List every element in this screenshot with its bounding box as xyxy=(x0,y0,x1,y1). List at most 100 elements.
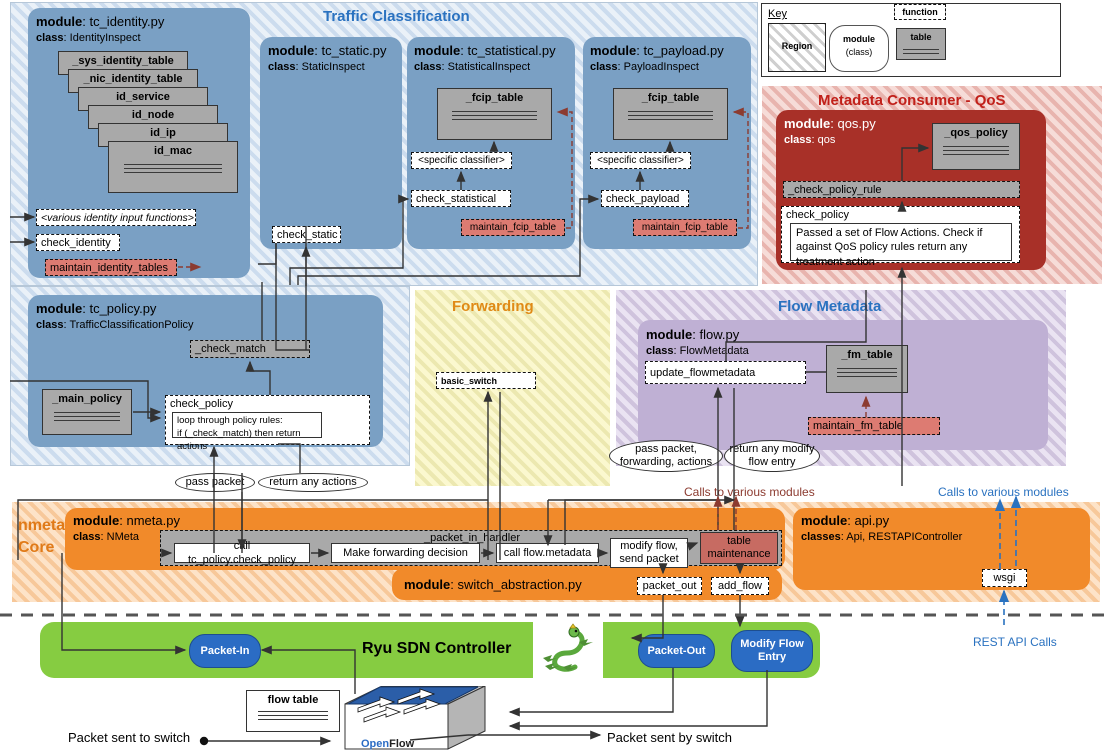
function-specific-classifier-payload-label: <specific classifier> xyxy=(597,155,684,166)
function-maintain-fm-table[interactable]: maintain_fm_table xyxy=(808,417,940,435)
value-module-name: tc_static.py xyxy=(321,43,387,58)
table-id-mac: id_mac xyxy=(108,141,238,193)
table-qos-policy-label: _qos_policy xyxy=(944,127,1008,139)
table-main-policy-lines xyxy=(53,409,121,421)
step-make-forwarding-decision[interactable]: Make forwarding decision xyxy=(331,543,480,563)
function-maintain-fcip-statistical[interactable]: maintain_fcip_table xyxy=(461,219,565,236)
function-specific-classifier-statistical-label: <specific classifier> xyxy=(418,155,505,166)
function-add-flow[interactable]: add_flow xyxy=(711,577,769,595)
region-title-forwarding: Forwarding xyxy=(452,298,534,315)
value-module-name: api.py xyxy=(854,513,890,528)
openflow-switch-graphic xyxy=(344,686,486,750)
table-qos-policy: _qos_policy xyxy=(932,123,1020,170)
function-add-flow-label: add_flow xyxy=(717,580,763,592)
key-region-swatch: Region xyxy=(768,23,826,72)
table-sys-identity-label: _sys_identity_table xyxy=(72,55,174,67)
function-basic-switch[interactable]: basic_switch xyxy=(436,372,536,389)
module-api-header: module: api.py classes: Api, RESTAPICont… xyxy=(801,513,963,543)
pill-packet-in[interactable]: Packet-In xyxy=(189,634,261,668)
function-check-policy-rule[interactable]: _check_policy_rule xyxy=(783,181,1020,198)
openflow-open-label: Open xyxy=(361,738,390,750)
module-qos-header: module: qos.py class: qos xyxy=(784,116,876,146)
key-module-label-line2: (class) xyxy=(845,47,873,57)
note-tc-policy-loop: loop through policy rules: if (_check_ma… xyxy=(172,412,322,452)
flow-table-label: flow table xyxy=(267,694,319,706)
label-module: module xyxy=(36,14,83,29)
function-tc-check-policy-label: check_policy xyxy=(170,398,233,410)
table-fcip-statistical-lines xyxy=(451,108,538,120)
label-rest-api-calls: REST API Calls xyxy=(973,635,1057,649)
function-maintain-fm-table-label: maintain_fm_table xyxy=(813,420,903,432)
table-main-policy: _main_policy xyxy=(42,389,132,435)
function-maintain-identity-tables-label: maintain_identity_tables xyxy=(50,261,169,274)
edge-label-pass-packet: pass packet xyxy=(175,473,255,492)
table-id-ip-label: id_ip xyxy=(150,127,176,139)
edge-label-return-any-actions-text: return any actions xyxy=(269,476,357,489)
table-main-policy-label: _main_policy xyxy=(52,393,122,405)
region-title-flow-metadata: Flow Metadata xyxy=(778,298,882,315)
function-check-identity[interactable]: check_identity xyxy=(36,234,120,251)
label-packet-sent-to-switch: Packet sent to switch xyxy=(68,730,191,745)
region-title-qos: Metadata Consumer - QoS xyxy=(818,92,1006,109)
edge-label-pass-packet-forwarding: pass packet, forwarding, actions xyxy=(609,440,723,472)
function-wsgi[interactable]: wsgi xyxy=(982,569,1027,587)
value-classes-name: Api, RESTAPIController xyxy=(846,530,963,543)
function-check-payload-label: check_payload xyxy=(606,192,680,205)
function-maintain-fcip-payload[interactable]: maintain_fcip_table xyxy=(633,219,737,236)
function-packet-out[interactable]: packet_out xyxy=(637,577,702,595)
edge-label-pass-packet-forwarding-text: pass packet, forwarding, actions xyxy=(619,443,713,468)
table-fcip-payload-label: _fcip_table xyxy=(641,92,700,104)
table-fm-lines xyxy=(836,365,898,377)
label-module: module xyxy=(36,301,83,316)
ryu-logo xyxy=(533,622,603,678)
function-check-statistical-label: check_statistical xyxy=(416,192,497,205)
label-class: class xyxy=(73,530,101,543)
key-function-swatch: function xyxy=(894,4,946,20)
table-id-mac-label: id_mac xyxy=(154,145,192,157)
function-check-static[interactable]: check_static xyxy=(272,226,341,243)
function-update-flowmetadata[interactable]: update_flowmetadata xyxy=(645,361,806,384)
value-class-name: FlowMetadata xyxy=(679,344,749,357)
function-check-payload[interactable]: check_payload xyxy=(601,190,689,207)
function-wsgi-label: wsgi xyxy=(993,572,1016,584)
edge-label-return-modify-flow-text: return any modify flow entry xyxy=(729,443,815,468)
label-class: class xyxy=(36,31,64,44)
function-check-statistical[interactable]: check_statistical xyxy=(411,190,511,207)
value-class-name: IdentityInspect xyxy=(69,31,141,44)
step-table-maintenance[interactable]: table maintenance xyxy=(700,532,778,564)
module-switch-abstraction-header: module: switch_abstraction.py xyxy=(404,577,582,592)
module-tc-static-header: module: tc_static.py class: StaticInspec… xyxy=(268,43,387,73)
function-specific-classifier-payload[interactable]: <specific classifier> xyxy=(590,152,695,172)
label-module: module xyxy=(646,327,693,342)
function-qos-check-policy-label: check_policy xyxy=(786,209,849,221)
note-tc-policy-loop-line2: if (_check_match) then return actions xyxy=(177,427,301,452)
function-basic-switch-label: basic_switch xyxy=(441,375,498,386)
value-module-name: nmeta.py xyxy=(126,513,180,528)
value-class-name: StatisticalInspect xyxy=(447,60,531,73)
function-check-match[interactable]: _check_match xyxy=(190,340,310,358)
label-classes: classes xyxy=(801,530,841,543)
function-specific-classifier-statistical[interactable]: <specific classifier> xyxy=(411,152,516,172)
table-fm: _fm_table xyxy=(826,345,908,393)
step-call-tc-policy-check-policy[interactable]: call tc_policy.check_policy xyxy=(174,540,310,566)
value-module-name: switch_abstraction.py xyxy=(457,577,582,592)
region-title-nmeta-core-line2: Core xyxy=(18,539,55,556)
key-table-label: table xyxy=(910,32,932,42)
value-module-name: qos.py xyxy=(837,116,876,131)
label-calls-various-modules-red: Calls to various modules xyxy=(684,485,815,499)
function-various-identity-inputs[interactable]: <various identity input functions> xyxy=(36,209,196,226)
value-module-name: tc_identity.py xyxy=(89,14,165,29)
step-modify-flow-send-packet[interactable]: modify flow, send packet xyxy=(610,538,688,568)
value-class-name: qos xyxy=(817,133,836,146)
ryu-controller-title: Ryu SDN Controller xyxy=(362,640,512,657)
step-call-flow-metadata[interactable]: call flow.metadata xyxy=(496,543,599,563)
function-check-policy-rule-label: _check_policy_rule xyxy=(788,183,882,196)
table-id-service-label: id_service xyxy=(116,91,170,103)
function-update-flowmetadata-label: update_flowmetadata xyxy=(650,366,756,379)
pill-modify-flow-entry[interactable]: Modify Flow Entry xyxy=(731,630,813,672)
function-maintain-identity-tables[interactable]: maintain_identity_tables xyxy=(45,259,177,276)
pill-packet-out[interactable]: Packet-Out xyxy=(638,634,715,668)
key-table-lines xyxy=(902,46,940,54)
label-class: class xyxy=(36,318,64,331)
table-fcip-statistical-label: _fcip_table xyxy=(465,92,524,104)
